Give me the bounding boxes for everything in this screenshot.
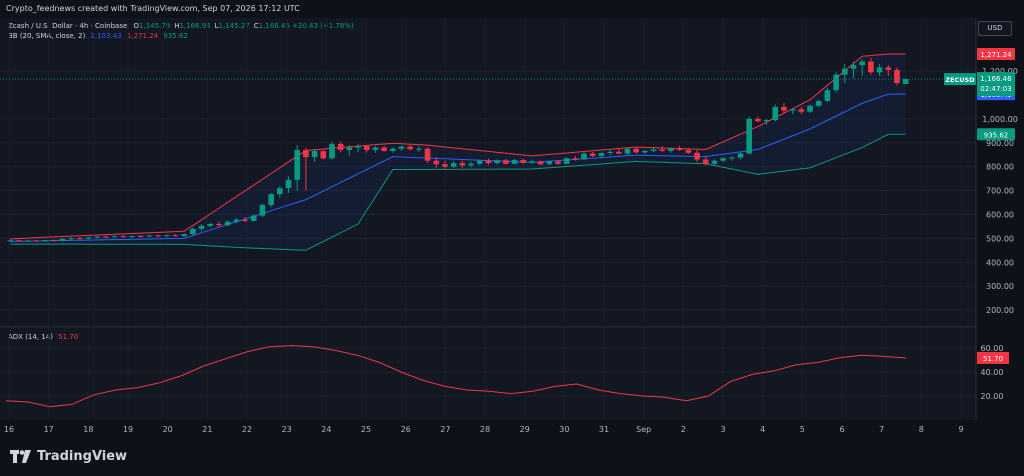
chart-panel[interactable]	[0, 18, 976, 420]
price-tick-label: 1,200.00	[982, 67, 1018, 76]
bb-label: BB (20, SMA, close, 2)	[8, 32, 86, 40]
time-label: 22	[242, 425, 252, 434]
change-value: +20.43 (+1.78%)	[292, 22, 354, 30]
time-label: Sep	[636, 425, 651, 434]
time-label: 3	[720, 425, 725, 434]
time-label: 25	[361, 425, 371, 434]
last-price-badge-bg	[977, 72, 1015, 97]
adx-badge-label: 51.70	[983, 355, 1003, 363]
ohlc-values: O1,145.79 H1,166.96 L1,145.27 C1,166.46	[130, 22, 290, 30]
footer	[0, 438, 1024, 476]
brand-name: TradingView	[37, 449, 128, 464]
symbol-title: Zcash / U.S. Dollar · 4h · Coinbase	[8, 22, 128, 30]
price-badge-127124-bg	[977, 48, 1015, 61]
price-tick-label: 300.00	[986, 282, 1014, 291]
time-label: 31	[599, 425, 609, 434]
time-label: 7	[879, 425, 884, 434]
time-label: 5	[800, 425, 805, 434]
price-tick-label: 200.00	[986, 306, 1014, 315]
price-tick-label: 700.00	[986, 187, 1014, 196]
bb-upper-value: 1,271.24	[126, 32, 159, 40]
time-label: 8	[919, 425, 924, 434]
price-badge-93562: 935.62	[984, 131, 1009, 139]
tradingview-logo[interactable]: TradingView	[10, 449, 127, 464]
time-label: 18	[83, 425, 93, 434]
adx-label: ADX (14, 14)	[8, 333, 53, 341]
price-tick-label: 800.00	[986, 163, 1014, 172]
ohlc-value-h: 1,166.96	[179, 22, 211, 30]
time-label: 23	[282, 425, 292, 434]
last-price-countdown: 02:47:03	[980, 85, 1011, 93]
time-label: 2	[681, 425, 686, 434]
last-price-value: 1,166.46	[980, 75, 1012, 83]
adx-badge-bg	[977, 351, 1009, 364]
time-label: 30	[559, 425, 569, 434]
chart-credit: Crypto_feednews created with TradingView…	[6, 4, 300, 13]
symbol-legend: Zcash / U.S. Dollar · 4h · Coinbase O1,1…	[8, 22, 354, 30]
price-badge-110343: 1,103.43	[980, 91, 1011, 99]
time-label: 4	[760, 425, 765, 434]
ohlc-value-o: 1,145.79	[139, 22, 171, 30]
ohlc-value-c: 1,166.46	[258, 22, 290, 30]
bb-basis-value: 1,103.43	[90, 32, 122, 40]
price-tick-label: 500.00	[986, 234, 1014, 243]
adx-tick-label: 20.00	[981, 392, 1004, 401]
time-label: 19	[123, 425, 133, 434]
time-label: 26	[401, 425, 411, 434]
time-label: 21	[202, 425, 212, 434]
price-tick-label: 1,000.00	[982, 115, 1018, 124]
time-label: 29	[520, 425, 530, 434]
ohlc-value-l: 1,145.27	[218, 22, 250, 30]
adx-tick-label: 40.00	[981, 368, 1004, 377]
time-label: 24	[321, 425, 331, 434]
time-label: 28	[480, 425, 490, 434]
price-tick-label: 400.00	[986, 258, 1014, 267]
bb-legend: BB (20, SMA, close, 2) 1,103.43 1,271.24…	[8, 32, 188, 40]
price-badge-93562-bg	[977, 128, 1015, 141]
time-label: 20	[163, 425, 173, 434]
price-badge-110343-bg	[977, 88, 1015, 101]
price-badge-127124: 1,271.24	[980, 51, 1012, 59]
adx-tick-label: 60.00	[981, 344, 1004, 353]
tradingview-logo-icon	[10, 450, 31, 463]
time-label: 17	[44, 425, 54, 434]
time-label: 9	[958, 425, 963, 434]
bb-lower-value: 935.62	[163, 32, 188, 40]
time-label: 27	[440, 425, 450, 434]
adx-legend: ADX (14, 14) 51.70	[8, 333, 78, 341]
currency-button[interactable]: USD	[978, 21, 1012, 36]
time-label: 16	[4, 425, 14, 434]
price-tick-label: 900.00	[986, 139, 1014, 148]
adx-value: 51.70	[58, 333, 79, 341]
price-tick-label: 600.00	[986, 210, 1014, 219]
time-label: 6	[839, 425, 844, 434]
